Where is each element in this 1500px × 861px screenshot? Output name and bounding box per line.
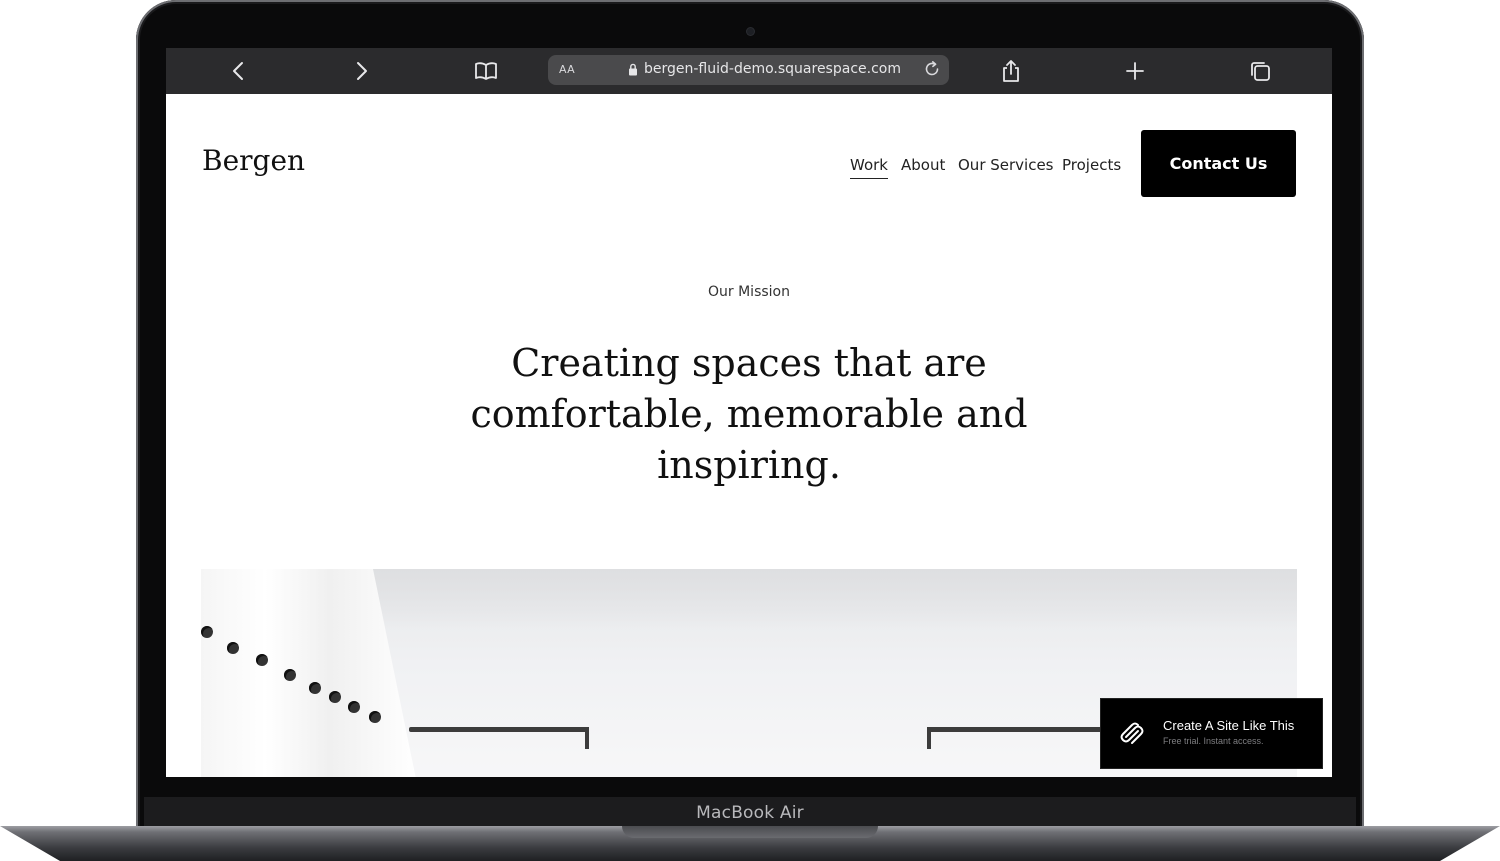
curtain-grommet — [256, 654, 268, 666]
nav-projects[interactable]: Projects — [1062, 156, 1121, 174]
wall-rail — [585, 727, 589, 749]
new-tab-icon[interactable] — [1123, 59, 1147, 83]
text-size-button[interactable]: AA — [559, 63, 575, 76]
mission-label: Our Mission — [708, 284, 790, 300]
address-bar[interactable]: AA bergen-fluid-demo.squarespace.com — [548, 55, 949, 85]
nav-work[interactable]: Work — [850, 156, 888, 179]
curtain-grommet — [227, 642, 239, 654]
camera — [747, 28, 754, 35]
browser-toolbar: AA bergen-fluid-demo.squarespace.com — [166, 48, 1332, 94]
url-text: bergen-fluid-demo.squarespace.com — [644, 61, 901, 77]
site-logo[interactable]: Bergen — [202, 144, 305, 177]
curtain-grommet — [201, 626, 213, 638]
curtain-grommet — [284, 669, 296, 681]
wall-rail — [409, 727, 589, 732]
bookmarks-icon[interactable] — [474, 59, 498, 83]
headline-line: Creating spaces that are — [511, 341, 987, 385]
wall-rail — [927, 727, 931, 749]
tabs-icon[interactable] — [1248, 59, 1272, 83]
lock-icon — [628, 63, 638, 81]
share-icon[interactable] — [999, 59, 1023, 83]
badge-title: Create A Site Like This — [1163, 718, 1295, 733]
curtain-grommet — [369, 711, 381, 723]
laptop-notch — [622, 826, 878, 838]
squarespace-logo-icon — [1119, 721, 1145, 752]
curtain-grommet — [309, 682, 321, 694]
screen: AA bergen-fluid-demo.squarespace.com Ber… — [166, 48, 1332, 777]
headline-line: inspiring. — [657, 443, 841, 487]
curtain-grommet — [329, 691, 341, 703]
mission-headline: Creating spaces that are comfortable, me… — [466, 338, 1032, 491]
nav-about[interactable]: About — [901, 156, 945, 174]
nav-our-services[interactable]: Our Services — [958, 156, 1054, 174]
headline-line: comfortable, memorable and — [470, 392, 1028, 436]
contact-us-button[interactable]: Contact Us — [1141, 130, 1296, 197]
reload-icon[interactable] — [923, 60, 941, 83]
web-page: Bergen Work About Our Services Projects … — [166, 94, 1332, 777]
badge-subtitle: Free trial. Instant access. — [1163, 736, 1264, 746]
wall-rail — [927, 727, 1107, 732]
create-site-badge[interactable]: Create A Site Like This Free trial. Inst… — [1100, 698, 1323, 769]
device-label: MacBook Air — [696, 803, 804, 823]
curtain-grommet — [348, 701, 360, 713]
forward-icon[interactable] — [350, 59, 374, 83]
back-icon[interactable] — [226, 59, 250, 83]
